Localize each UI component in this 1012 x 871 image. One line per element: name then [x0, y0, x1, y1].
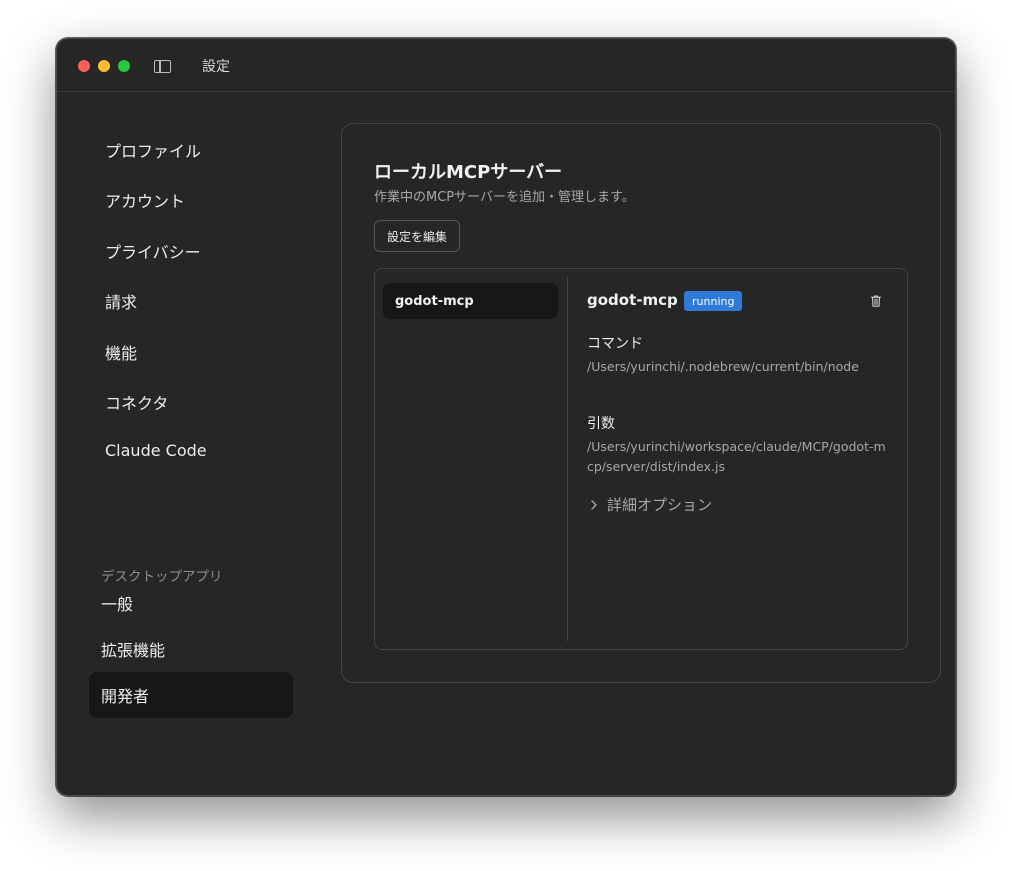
command-label: コマンド — [587, 336, 643, 352]
close-window-button[interactable] — [78, 60, 90, 72]
nav-item-account[interactable]: アカウント — [105, 188, 185, 212]
maximize-window-button[interactable] — [118, 60, 130, 72]
trash-icon[interactable] — [871, 295, 881, 307]
divider — [567, 277, 568, 641]
nav-item-billing[interactable]: 請求 — [105, 289, 137, 313]
minimize-window-button[interactable] — [98, 60, 110, 72]
nav-item-general[interactable]: 一般 — [89, 580, 293, 626]
panel-subtitle: 作業中のMCPサーバーを追加・管理します。 — [374, 190, 635, 205]
server-detail: godot-mcp running コマンド /Users/yurinchi/.… — [587, 269, 897, 649]
settings-window: 設定 プロファイル アカウント プライバシー 請求 機能 コネクタ Claude… — [56, 38, 956, 796]
nav-item-connectors[interactable]: コネクタ — [105, 390, 168, 414]
nav-item-features[interactable]: 機能 — [105, 340, 137, 364]
panel-title: ローカルMCPサーバー — [374, 162, 563, 183]
server-list: godot-mcp — [375, 269, 567, 649]
advanced-options-label: 詳細オプション — [607, 496, 713, 514]
nav-item-claude-code[interactable]: Claude Code — [105, 441, 207, 460]
local-mcp-panel: ローカルMCPサーバー 作業中のMCPサーバーを追加・管理します。 設定を編集 … — [341, 123, 941, 683]
nav-item-developer[interactable]: 開発者 — [89, 672, 293, 718]
title-bar: 設定 — [57, 39, 955, 92]
chevron-right-icon — [591, 499, 597, 510]
server-list-item[interactable]: godot-mcp — [383, 283, 558, 319]
sidebar-toggle-icon[interactable] — [154, 60, 171, 73]
status-badge: running — [684, 291, 743, 311]
edit-config-button[interactable]: 設定を編集 — [374, 220, 461, 252]
advanced-options-toggle[interactable]: 詳細オプション — [587, 494, 712, 515]
nav-item-profile[interactable]: プロファイル — [105, 138, 201, 162]
window-title: 設定 — [202, 59, 230, 75]
args-label: 引数 — [587, 416, 615, 432]
command-value: /Users/yurinchi/.nodebrew/current/bin/no… — [587, 359, 859, 374]
args-value: /Users/yurinchi/workspace/claude/MCP/god… — [587, 439, 886, 474]
server-name: godot-mcp — [587, 291, 678, 309]
server-box: godot-mcp godot-mcp running コマンド /Users/… — [374, 268, 908, 650]
nav-item-extensions[interactable]: 拡張機能 — [89, 626, 293, 672]
nav-item-privacy[interactable]: プライバシー — [105, 239, 201, 263]
settings-nav: プロファイル アカウント プライバシー 請求 機能 コネクタ Claude Co… — [57, 93, 327, 793]
